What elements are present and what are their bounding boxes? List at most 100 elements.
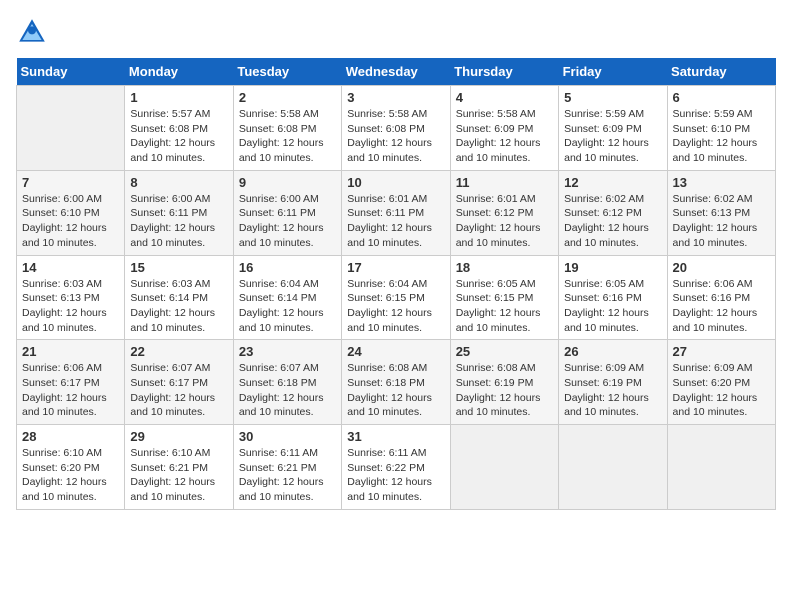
- calendar-cell: 24 Sunrise: 6:08 AMSunset: 6:18 PMDaylig…: [342, 340, 450, 425]
- calendar-week-row: 21 Sunrise: 6:06 AMSunset: 6:17 PMDaylig…: [17, 340, 776, 425]
- calendar-cell: 13 Sunrise: 6:02 AMSunset: 6:13 PMDaylig…: [667, 170, 775, 255]
- weekday-header-tuesday: Tuesday: [233, 58, 341, 86]
- calendar-cell: 14 Sunrise: 6:03 AMSunset: 6:13 PMDaylig…: [17, 255, 125, 340]
- calendar-cell: 2 Sunrise: 5:58 AMSunset: 6:08 PMDayligh…: [233, 86, 341, 171]
- day-number: 2: [239, 90, 336, 105]
- day-number: 1: [130, 90, 227, 105]
- day-number: 21: [22, 344, 119, 359]
- calendar-week-row: 1 Sunrise: 5:57 AMSunset: 6:08 PMDayligh…: [17, 86, 776, 171]
- calendar-week-row: 7 Sunrise: 6:00 AMSunset: 6:10 PMDayligh…: [17, 170, 776, 255]
- day-info: Sunrise: 5:58 AMSunset: 6:09 PMDaylight:…: [456, 107, 553, 166]
- day-info: Sunrise: 6:00 AMSunset: 6:11 PMDaylight:…: [130, 192, 227, 251]
- day-number: 16: [239, 260, 336, 275]
- calendar-cell: 4 Sunrise: 5:58 AMSunset: 6:09 PMDayligh…: [450, 86, 558, 171]
- calendar-cell: 17 Sunrise: 6:04 AMSunset: 6:15 PMDaylig…: [342, 255, 450, 340]
- day-number: 17: [347, 260, 444, 275]
- day-info: Sunrise: 6:08 AMSunset: 6:19 PMDaylight:…: [456, 361, 553, 420]
- day-info: Sunrise: 6:00 AMSunset: 6:10 PMDaylight:…: [22, 192, 119, 251]
- day-info: Sunrise: 6:02 AMSunset: 6:12 PMDaylight:…: [564, 192, 661, 251]
- day-info: Sunrise: 6:08 AMSunset: 6:18 PMDaylight:…: [347, 361, 444, 420]
- day-info: Sunrise: 6:09 AMSunset: 6:20 PMDaylight:…: [673, 361, 770, 420]
- day-info: Sunrise: 5:58 AMSunset: 6:08 PMDaylight:…: [347, 107, 444, 166]
- weekday-header-friday: Friday: [559, 58, 667, 86]
- day-info: Sunrise: 5:58 AMSunset: 6:08 PMDaylight:…: [239, 107, 336, 166]
- weekday-header-thursday: Thursday: [450, 58, 558, 86]
- day-info: Sunrise: 5:59 AMSunset: 6:09 PMDaylight:…: [564, 107, 661, 166]
- calendar-week-row: 28 Sunrise: 6:10 AMSunset: 6:20 PMDaylig…: [17, 425, 776, 510]
- day-number: 31: [347, 429, 444, 444]
- day-number: 26: [564, 344, 661, 359]
- logo: [16, 16, 52, 48]
- day-number: 13: [673, 175, 770, 190]
- day-number: 8: [130, 175, 227, 190]
- calendar-cell: 25 Sunrise: 6:08 AMSunset: 6:19 PMDaylig…: [450, 340, 558, 425]
- day-info: Sunrise: 6:01 AMSunset: 6:11 PMDaylight:…: [347, 192, 444, 251]
- day-info: Sunrise: 6:05 AMSunset: 6:16 PMDaylight:…: [564, 277, 661, 336]
- calendar-cell: 29 Sunrise: 6:10 AMSunset: 6:21 PMDaylig…: [125, 425, 233, 510]
- day-number: 30: [239, 429, 336, 444]
- weekday-header-wednesday: Wednesday: [342, 58, 450, 86]
- day-info: Sunrise: 6:07 AMSunset: 6:17 PMDaylight:…: [130, 361, 227, 420]
- calendar-week-row: 14 Sunrise: 6:03 AMSunset: 6:13 PMDaylig…: [17, 255, 776, 340]
- calendar-cell: 20 Sunrise: 6:06 AMSunset: 6:16 PMDaylig…: [667, 255, 775, 340]
- day-number: 14: [22, 260, 119, 275]
- day-info: Sunrise: 6:03 AMSunset: 6:14 PMDaylight:…: [130, 277, 227, 336]
- logo-icon: [16, 16, 48, 48]
- day-number: 5: [564, 90, 661, 105]
- day-number: 27: [673, 344, 770, 359]
- day-info: Sunrise: 6:07 AMSunset: 6:18 PMDaylight:…: [239, 361, 336, 420]
- day-info: Sunrise: 6:06 AMSunset: 6:16 PMDaylight:…: [673, 277, 770, 336]
- calendar-cell: 5 Sunrise: 5:59 AMSunset: 6:09 PMDayligh…: [559, 86, 667, 171]
- calendar-cell: 7 Sunrise: 6:00 AMSunset: 6:10 PMDayligh…: [17, 170, 125, 255]
- calendar-cell: 28 Sunrise: 6:10 AMSunset: 6:20 PMDaylig…: [17, 425, 125, 510]
- day-info: Sunrise: 6:11 AMSunset: 6:22 PMDaylight:…: [347, 446, 444, 505]
- day-number: 11: [456, 175, 553, 190]
- calendar-cell: 27 Sunrise: 6:09 AMSunset: 6:20 PMDaylig…: [667, 340, 775, 425]
- calendar-cell: 31 Sunrise: 6:11 AMSunset: 6:22 PMDaylig…: [342, 425, 450, 510]
- day-number: 22: [130, 344, 227, 359]
- day-number: 6: [673, 90, 770, 105]
- day-info: Sunrise: 6:11 AMSunset: 6:21 PMDaylight:…: [239, 446, 336, 505]
- calendar-cell: 22 Sunrise: 6:07 AMSunset: 6:17 PMDaylig…: [125, 340, 233, 425]
- day-number: 4: [456, 90, 553, 105]
- day-info: Sunrise: 6:02 AMSunset: 6:13 PMDaylight:…: [673, 192, 770, 251]
- calendar-cell: 3 Sunrise: 5:58 AMSunset: 6:08 PMDayligh…: [342, 86, 450, 171]
- weekday-header-saturday: Saturday: [667, 58, 775, 86]
- day-info: Sunrise: 5:59 AMSunset: 6:10 PMDaylight:…: [673, 107, 770, 166]
- day-info: Sunrise: 6:10 AMSunset: 6:20 PMDaylight:…: [22, 446, 119, 505]
- day-info: Sunrise: 6:10 AMSunset: 6:21 PMDaylight:…: [130, 446, 227, 505]
- day-number: 23: [239, 344, 336, 359]
- day-number: 29: [130, 429, 227, 444]
- day-info: Sunrise: 6:09 AMSunset: 6:19 PMDaylight:…: [564, 361, 661, 420]
- calendar-cell: 18 Sunrise: 6:05 AMSunset: 6:15 PMDaylig…: [450, 255, 558, 340]
- day-number: 28: [22, 429, 119, 444]
- calendar-cell: 9 Sunrise: 6:00 AMSunset: 6:11 PMDayligh…: [233, 170, 341, 255]
- calendar-cell: [450, 425, 558, 510]
- weekday-header-row: SundayMondayTuesdayWednesdayThursdayFrid…: [17, 58, 776, 86]
- day-info: Sunrise: 6:00 AMSunset: 6:11 PMDaylight:…: [239, 192, 336, 251]
- day-number: 10: [347, 175, 444, 190]
- calendar-cell: 8 Sunrise: 6:00 AMSunset: 6:11 PMDayligh…: [125, 170, 233, 255]
- day-info: Sunrise: 6:04 AMSunset: 6:15 PMDaylight:…: [347, 277, 444, 336]
- calendar-cell: 19 Sunrise: 6:05 AMSunset: 6:16 PMDaylig…: [559, 255, 667, 340]
- calendar-cell: 11 Sunrise: 6:01 AMSunset: 6:12 PMDaylig…: [450, 170, 558, 255]
- day-info: Sunrise: 6:05 AMSunset: 6:15 PMDaylight:…: [456, 277, 553, 336]
- day-number: 3: [347, 90, 444, 105]
- calendar-cell: 12 Sunrise: 6:02 AMSunset: 6:12 PMDaylig…: [559, 170, 667, 255]
- calendar-table: SundayMondayTuesdayWednesdayThursdayFrid…: [16, 58, 776, 510]
- weekday-header-monday: Monday: [125, 58, 233, 86]
- day-number: 20: [673, 260, 770, 275]
- page-header: [16, 16, 776, 48]
- calendar-cell: 15 Sunrise: 6:03 AMSunset: 6:14 PMDaylig…: [125, 255, 233, 340]
- day-number: 19: [564, 260, 661, 275]
- calendar-cell: 21 Sunrise: 6:06 AMSunset: 6:17 PMDaylig…: [17, 340, 125, 425]
- day-info: Sunrise: 6:01 AMSunset: 6:12 PMDaylight:…: [456, 192, 553, 251]
- day-number: 12: [564, 175, 661, 190]
- calendar-cell: 23 Sunrise: 6:07 AMSunset: 6:18 PMDaylig…: [233, 340, 341, 425]
- calendar-cell: 6 Sunrise: 5:59 AMSunset: 6:10 PMDayligh…: [667, 86, 775, 171]
- day-info: Sunrise: 5:57 AMSunset: 6:08 PMDaylight:…: [130, 107, 227, 166]
- calendar-cell: 26 Sunrise: 6:09 AMSunset: 6:19 PMDaylig…: [559, 340, 667, 425]
- calendar-cell: 30 Sunrise: 6:11 AMSunset: 6:21 PMDaylig…: [233, 425, 341, 510]
- calendar-cell: [17, 86, 125, 171]
- day-number: 15: [130, 260, 227, 275]
